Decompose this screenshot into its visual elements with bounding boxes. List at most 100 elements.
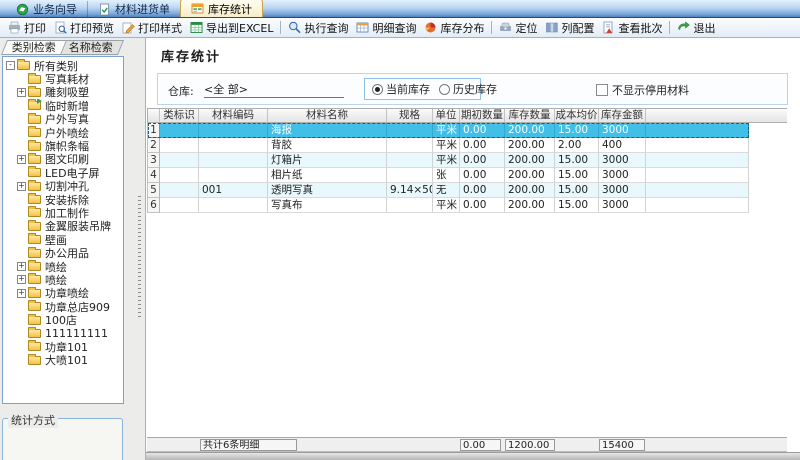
- print-icon: [8, 21, 21, 34]
- tree-item[interactable]: +喷绘: [3, 260, 123, 273]
- splitter-handle[interactable]: [138, 196, 141, 318]
- run-query-button-label: 执行查询: [304, 20, 348, 36]
- tree-item[interactable]: +喷绘: [3, 273, 123, 286]
- tree-item-label: 加工制作: [44, 206, 89, 219]
- table-cell: [199, 168, 268, 183]
- tree-item[interactable]: 写真耗材: [3, 72, 123, 85]
- folder-icon: [28, 342, 41, 351]
- print-preview-button[interactable]: 打印预览: [50, 19, 118, 37]
- header-cell[interactable]: 库存金额: [599, 109, 646, 122]
- tab-material-purchase[interactable]: 材料进货单: [88, 1, 180, 17]
- expand-toggle[interactable]: +: [17, 182, 26, 191]
- hide-disabled-checkbox[interactable]: 不显示停用材料: [596, 82, 689, 98]
- tree-item-label: 户外写真: [44, 113, 89, 126]
- print-button[interactable]: 打印: [4, 19, 50, 37]
- tree-item[interactable]: 加工制作: [3, 206, 123, 219]
- view-batch-button[interactable]: 查看批次: [598, 19, 666, 37]
- header-cell[interactable]: 成本均价: [555, 109, 599, 122]
- tree-item[interactable]: +雕刻吸塑: [3, 86, 123, 99]
- row-number-cell: 2: [148, 138, 160, 153]
- tree-item[interactable]: 功章总店909: [3, 300, 123, 313]
- tree-item[interactable]: 100店: [3, 313, 123, 326]
- print-button-label: 打印: [24, 20, 46, 36]
- tree-item[interactable]: 金翼服装吊牌: [3, 220, 123, 233]
- table-cell: 15.00: [555, 168, 599, 183]
- expand-toggle[interactable]: +: [17, 88, 26, 97]
- locate-icon: [499, 21, 512, 34]
- tree-item[interactable]: 办公用品: [3, 246, 123, 259]
- table-cell: 9.14×50: [387, 183, 433, 198]
- tree-item[interactable]: +图文印刷: [3, 153, 123, 166]
- expand-toggle[interactable]: +: [17, 155, 26, 164]
- tree-item[interactable]: 户外喷绘: [3, 126, 123, 139]
- exit-button[interactable]: 退出: [673, 19, 719, 37]
- totals-stock-qty: 1200.00: [505, 439, 555, 451]
- tab-category-search-label: 类别检索: [12, 41, 56, 55]
- radio-current-inventory[interactable]: 当前库存: [372, 81, 430, 97]
- tree-item[interactable]: LED电子屏: [3, 166, 123, 179]
- header-cell[interactable]: 类标识: [160, 109, 199, 122]
- export-excel-button[interactable]: 导出到EXCEL: [186, 19, 277, 37]
- header-cell[interactable]: 库存数量: [505, 109, 555, 122]
- table-cell: 0.00: [460, 198, 505, 213]
- header-cell[interactable]: 材料编码: [199, 109, 268, 122]
- header-cell[interactable]: 期初数量: [460, 109, 505, 122]
- table-row[interactable]: 6写真布平米0.00200.0015.003000: [148, 198, 749, 213]
- tab-business-wizard[interactable]: 业务向导: [6, 1, 88, 17]
- table-cell: 张: [433, 168, 460, 183]
- folder-icon: [17, 61, 30, 70]
- tree-item[interactable]: 111111111: [3, 327, 123, 340]
- folder-icon: [28, 208, 41, 217]
- table-row[interactable]: 2背胶平米0.00200.002.00400: [148, 138, 749, 153]
- expand-toggle[interactable]: +: [17, 275, 26, 284]
- tree-item[interactable]: +切割冲孔: [3, 180, 123, 193]
- tree-item[interactable]: 功章101: [3, 340, 123, 353]
- header-cell[interactable]: 单位: [433, 109, 460, 122]
- run-query-button[interactable]: 执行查询: [284, 19, 352, 37]
- table-row[interactable]: 3灯箱片平米0.00200.0015.003000: [148, 153, 749, 168]
- table-cell: [387, 153, 433, 168]
- table-row[interactable]: 5001透明写真9.14×50无0.00200.0015.003000: [148, 183, 749, 198]
- folder-icon: [28, 128, 41, 137]
- radio-history-inventory[interactable]: 历史库存: [439, 81, 497, 97]
- table-row[interactable]: 1海报平米0.00200.0015.003000: [148, 123, 749, 138]
- tab-inventory-stats[interactable]: 库存统计: [180, 0, 263, 17]
- header-cell[interactable]: 材料名称: [268, 109, 387, 122]
- sidebar: 类别检索 名称检索 -所有类别写真耗材+雕刻吸塑临时新增户外写真户外喷绘旗帜条幅…: [0, 38, 145, 460]
- column-config-button[interactable]: 列配置: [541, 19, 598, 37]
- tab-name-search[interactable]: 名称检索: [58, 40, 124, 55]
- table-cell-filler: [646, 198, 749, 213]
- tree-item[interactable]: 壁画: [3, 233, 123, 246]
- table-cell: 海报: [268, 123, 387, 138]
- print-style-icon: [122, 21, 135, 34]
- grid-totals-row: 共计6条明细0.001200.0015400: [147, 437, 787, 452]
- table-cell: 200.00: [505, 153, 555, 168]
- tree-item-label: 100店: [44, 313, 77, 326]
- view-batch-icon: [602, 21, 615, 34]
- expand-toggle[interactable]: +: [17, 289, 26, 298]
- document-tabbar: 业务向导材料进货单库存统计: [0, 0, 800, 18]
- tree-item[interactable]: 旗帜条幅: [3, 139, 123, 152]
- expand-toggle[interactable]: +: [17, 262, 26, 271]
- header-cell[interactable]: 规格: [387, 109, 433, 122]
- stock-distribution-button[interactable]: 库存分布: [420, 19, 488, 37]
- tree-root[interactable]: -所有类别: [3, 59, 123, 72]
- tab-category-search[interactable]: 类别检索: [1, 40, 67, 55]
- detail-query-button[interactable]: 明细查询: [352, 19, 420, 37]
- tree-item-label: 功章喷绘: [44, 287, 89, 300]
- tree-item-label: 壁画: [44, 233, 67, 246]
- print-style-button[interactable]: 打印样式: [118, 19, 186, 37]
- table-row[interactable]: 4相片纸张0.00200.0015.003000: [148, 168, 749, 183]
- view-batch-button-label: 查看批次: [618, 20, 662, 36]
- warehouse-select[interactable]: <全 部>: [204, 81, 344, 98]
- table-cell: 001: [199, 183, 268, 198]
- collapse-toggle[interactable]: -: [6, 61, 15, 70]
- tree-item[interactable]: 临时新增: [3, 99, 123, 112]
- tree-item[interactable]: 安装拆除: [3, 193, 123, 206]
- header-filler: [646, 109, 787, 122]
- locate-button[interactable]: 定位: [495, 19, 541, 37]
- grid-rows: 1海报平米0.00200.0015.0030002背胶平米0.00200.002…: [147, 123, 749, 213]
- tree-item[interactable]: + 功章喷绘: [3, 287, 123, 300]
- tree-item[interactable]: 户外写真: [3, 113, 123, 126]
- tree-item[interactable]: 大喷101: [3, 354, 123, 367]
